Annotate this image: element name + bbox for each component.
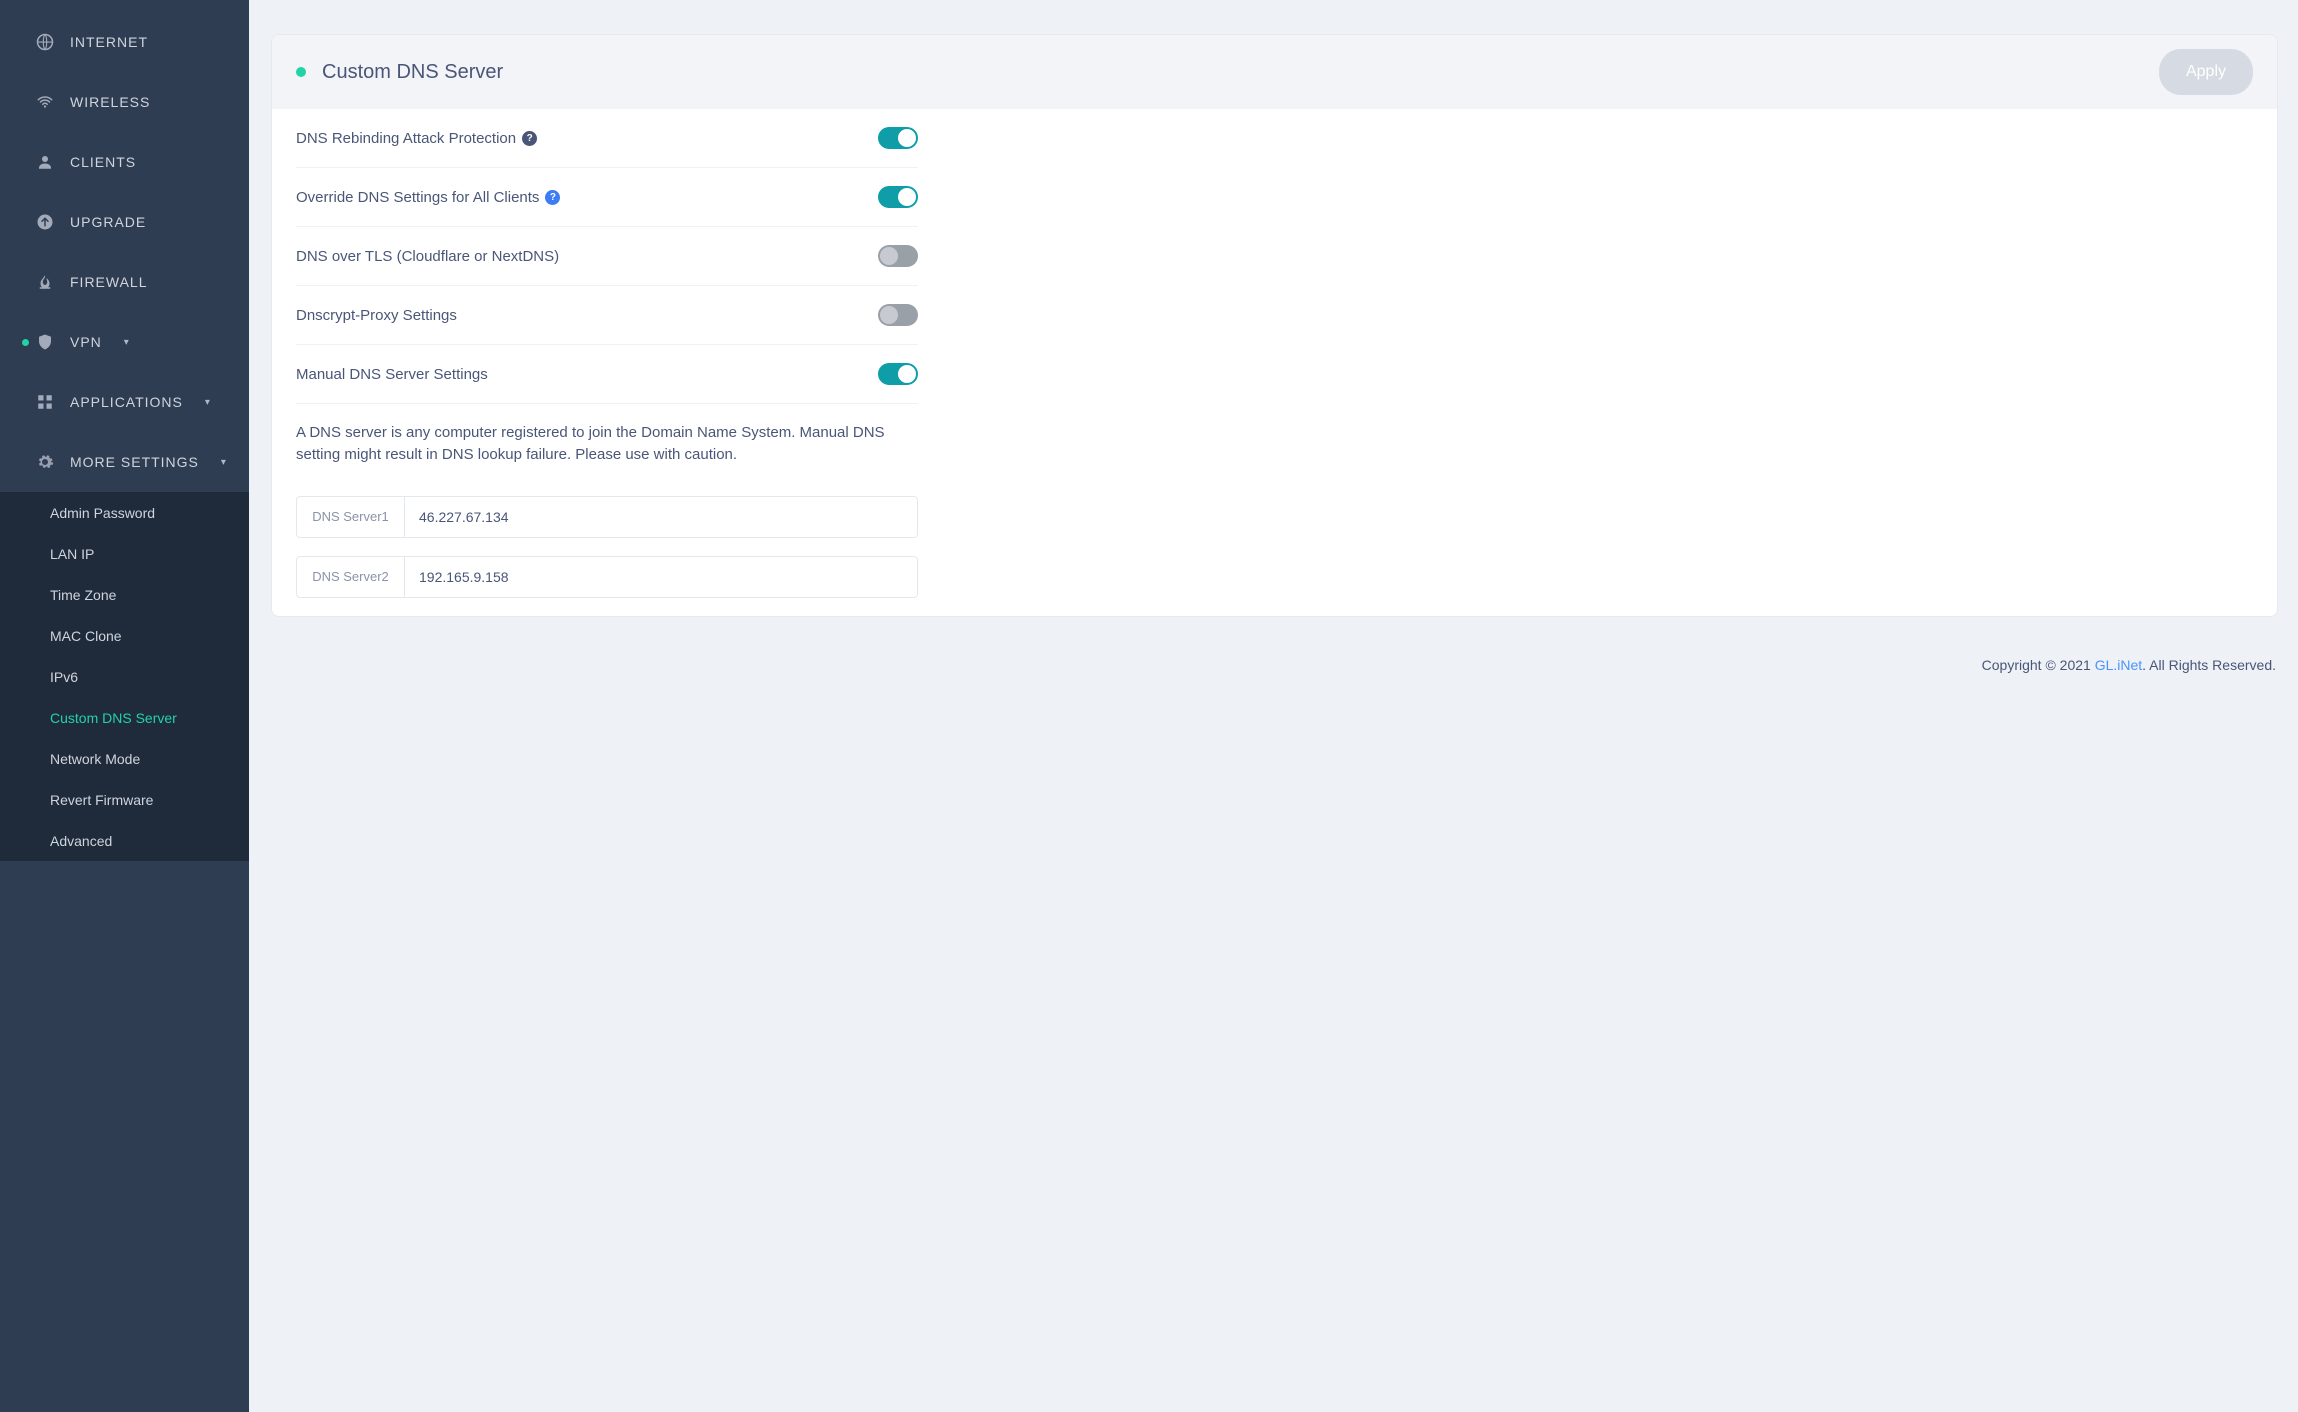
sidebar-item-clients[interactable]: CLIENTS: [0, 132, 249, 192]
sidebar-item-label: INTERNET: [70, 34, 148, 50]
sub-item-time-zone[interactable]: Time Zone: [0, 574, 249, 615]
field-label: DNS Server1: [297, 497, 405, 537]
chevron-down-icon: ▾: [205, 397, 210, 408]
flame-icon: [36, 273, 54, 291]
sidebar-item-label: APPLICATIONS: [70, 394, 183, 410]
upload-icon: [36, 213, 54, 231]
status-dot-icon: [296, 67, 306, 77]
sub-item-custom-dns-server[interactable]: Custom DNS Server: [0, 697, 249, 738]
dns-server1-input[interactable]: [405, 497, 917, 537]
row-dnscrypt-proxy: Dnscrypt-Proxy Settings: [296, 286, 918, 345]
sidebar-item-internet[interactable]: INTERNET: [0, 12, 249, 72]
sidebar-item-label: WIRELESS: [70, 94, 150, 110]
sidebar-item-applications[interactable]: APPLICATIONS ▾: [0, 372, 249, 432]
row-label-text: DNS over TLS (Cloudflare or NextDNS): [296, 248, 559, 265]
sub-item-admin-password[interactable]: Admin Password: [0, 492, 249, 533]
card-header: Custom DNS Server Apply: [272, 35, 2277, 109]
toggle-knob: [898, 188, 916, 206]
toggle-dnscrypt-proxy[interactable]: [878, 304, 918, 326]
toggle-dns-over-tls[interactable]: [878, 245, 918, 267]
chevron-down-icon: ▾: [221, 457, 226, 468]
row-label-text: DNS Rebinding Attack Protection: [296, 130, 516, 147]
sub-item-lan-ip[interactable]: LAN IP: [0, 533, 249, 574]
row-dns-over-tls: DNS over TLS (Cloudflare or NextDNS): [296, 227, 918, 286]
sidebar-item-more-settings[interactable]: MORE SETTINGS ▾: [0, 432, 249, 492]
toggle-knob: [880, 247, 898, 265]
sidebar-item-upgrade[interactable]: UPGRADE: [0, 192, 249, 252]
footer-prefix: Copyright © 2021: [1982, 657, 2095, 673]
page-title: Custom DNS Server: [322, 61, 503, 84]
footer: Copyright © 2021 GL.iNet. All Rights Res…: [271, 657, 2278, 673]
toggle-knob: [898, 365, 916, 383]
field-label: DNS Server2: [297, 557, 405, 597]
sidebar-item-label: MORE SETTINGS: [70, 454, 199, 470]
toggle-dns-rebinding[interactable]: [878, 127, 918, 149]
row-override-dns: Override DNS Settings for All Clients ?: [296, 168, 918, 227]
sidebar-item-label: FIREWALL: [70, 274, 148, 290]
sub-item-revert-firmware[interactable]: Revert Firmware: [0, 779, 249, 820]
row-label-text: Override DNS Settings for All Clients: [296, 189, 539, 206]
sub-item-advanced[interactable]: Advanced: [0, 820, 249, 861]
field-dns-server2: DNS Server2: [296, 556, 918, 598]
sidebar-item-label: VPN: [70, 334, 102, 350]
sidebar-item-vpn[interactable]: VPN ▾: [0, 312, 249, 372]
row-dns-rebinding: DNS Rebinding Attack Protection ?: [296, 109, 918, 168]
footer-suffix: . All Rights Reserved.: [2142, 657, 2276, 673]
main-content: Custom DNS Server Apply DNS Rebinding At…: [249, 0, 2298, 1412]
toggle-knob: [898, 129, 916, 147]
footer-brand-link[interactable]: GL.iNet: [2095, 657, 2142, 673]
sidebar: INTERNET WIRELESS CLIENTS UPGRADE FIREWA: [0, 0, 249, 1412]
gear-icon: [36, 453, 54, 471]
globe-icon: [36, 33, 54, 51]
toggle-knob: [880, 306, 898, 324]
chevron-down-icon: ▾: [124, 337, 129, 348]
more-settings-submenu: Admin Password LAN IP Time Zone MAC Clon…: [0, 492, 249, 861]
wifi-icon: [36, 93, 54, 111]
sub-item-network-mode[interactable]: Network Mode: [0, 738, 249, 779]
shield-icon: [36, 333, 54, 351]
user-icon: [36, 153, 54, 171]
dns-server2-input[interactable]: [405, 557, 917, 597]
help-icon[interactable]: ?: [522, 131, 537, 146]
toggle-manual-dns[interactable]: [878, 363, 918, 385]
sidebar-item-label: UPGRADE: [70, 214, 146, 230]
field-dns-server1: DNS Server1: [296, 496, 918, 538]
sub-item-ipv6[interactable]: IPv6: [0, 656, 249, 697]
settings-card: Custom DNS Server Apply DNS Rebinding At…: [271, 34, 2278, 617]
toggle-override-dns[interactable]: [878, 186, 918, 208]
sidebar-item-firewall[interactable]: FIREWALL: [0, 252, 249, 312]
help-icon[interactable]: ?: [545, 190, 560, 205]
manual-dns-note: A DNS server is any computer registered …: [296, 404, 906, 478]
row-manual-dns: Manual DNS Server Settings: [296, 345, 918, 404]
row-label-text: Manual DNS Server Settings: [296, 366, 488, 383]
sidebar-item-label: CLIENTS: [70, 154, 136, 170]
grid-icon: [36, 393, 54, 411]
row-label-text: Dnscrypt-Proxy Settings: [296, 307, 457, 324]
sidebar-item-wireless[interactable]: WIRELESS: [0, 72, 249, 132]
sub-item-mac-clone[interactable]: MAC Clone: [0, 615, 249, 656]
apply-button[interactable]: Apply: [2159, 49, 2253, 95]
